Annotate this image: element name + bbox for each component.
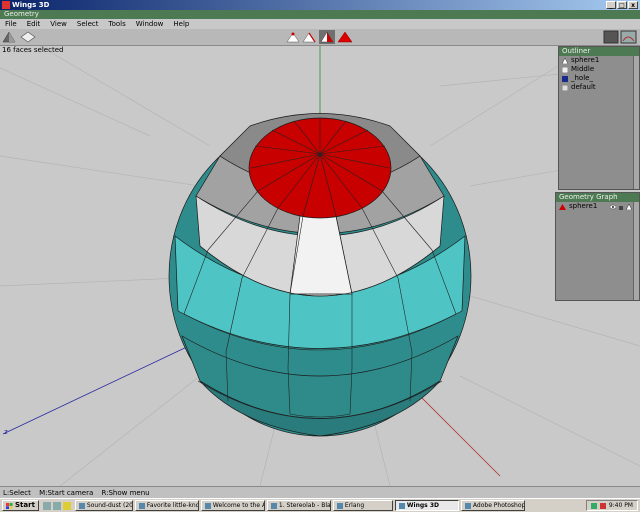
quick-launch-desktop-icon[interactable]	[42, 501, 51, 510]
outliner-scrollbar[interactable]	[633, 56, 639, 189]
outliner-title[interactable]: Outliner	[559, 47, 639, 56]
tray-icon[interactable]	[590, 502, 597, 509]
object-icon	[559, 203, 566, 210]
wire-view-icon[interactable]	[20, 31, 36, 43]
wire-toggle-icon[interactable]	[626, 203, 632, 210]
taskbar-item[interactable]: Adobe Photoshop	[460, 500, 525, 511]
taskbar-item[interactable]: 1. Stereolab - Black ...	[266, 500, 331, 511]
render-icon[interactable]	[603, 30, 619, 44]
image-icon	[562, 66, 568, 73]
selection-info: 16 faces selected	[2, 46, 64, 54]
vertex-mode-icon[interactable]	[286, 32, 300, 43]
taskbar-item[interactable]: Favorite little-know...	[134, 500, 199, 511]
outliner-panel: Outliner sphere1 Middle _hole_ default	[558, 46, 640, 190]
taskbar-item[interactable]: Sound-dust (2001)	[74, 500, 133, 511]
viewport-canvas[interactable]: z	[0, 46, 640, 486]
tray-icon[interactable]	[599, 502, 606, 509]
status-bar: L:Select M:Start camera R:Show menu	[0, 486, 640, 498]
title-bar: Wings 3D _ □ x	[0, 0, 640, 10]
menu-file[interactable]: File	[0, 19, 22, 29]
start-button[interactable]: Start	[2, 500, 39, 511]
cube-view-icon[interactable]	[2, 31, 16, 43]
wings-app-icon	[2, 1, 10, 9]
geometry-graph-title[interactable]: Geometry Graph	[556, 193, 639, 202]
sphere-mesh[interactable]	[168, 113, 472, 437]
status-hint-right: R:Show menu	[101, 489, 150, 497]
windows-taskbar: Start Sound-dust (2001) Favorite little-…	[0, 498, 640, 512]
geometry-graph-panel: Geometry Graph sphere1	[555, 192, 640, 301]
app-icon	[398, 502, 405, 509]
taskbar-item-label: Erlang	[344, 502, 365, 509]
geometry-graph-scrollbar[interactable]	[633, 202, 639, 300]
icon-toolbar	[0, 29, 640, 46]
menu-select[interactable]: Select	[72, 19, 104, 29]
outliner-item-sphere1[interactable]: sphere1	[559, 56, 639, 65]
maximize-button[interactable]: □	[617, 1, 627, 9]
outliner-item-label: Middle	[571, 65, 595, 73]
start-label: Start	[15, 501, 35, 509]
lock-icon[interactable]	[618, 204, 624, 210]
geometry-viewport[interactable]: z 16 faces selected Outliner sphere1 Mid…	[0, 46, 640, 486]
edge-mode-icon[interactable]	[302, 32, 316, 43]
windows-logo-icon	[6, 502, 13, 509]
outliner-item-hole[interactable]: _hole_	[559, 74, 639, 83]
taskbar-item-label: Wings 3D	[406, 502, 439, 509]
system-tray: 9:40 PM	[585, 500, 638, 511]
menu-view[interactable]: View	[45, 19, 72, 29]
app-icon	[204, 502, 211, 509]
material-icon	[562, 75, 568, 82]
geometry-graph-item-sphere1[interactable]: sphere1	[556, 202, 639, 211]
status-hint-middle: M:Start camera	[39, 489, 94, 497]
body-mode-icon[interactable]	[337, 31, 353, 43]
taskbar-item[interactable]: Erlang	[332, 500, 393, 511]
outliner-item-label: default	[571, 83, 596, 91]
menu-help[interactable]: Help	[168, 19, 194, 29]
camera-icon[interactable]	[620, 30, 637, 44]
menu-edit[interactable]: Edit	[22, 19, 46, 29]
taskbar-item-label: 1. Stereolab - Black ...	[278, 502, 331, 509]
taskbar-item-label: Welcome to the Art ...	[212, 502, 264, 509]
object-icon	[562, 57, 568, 64]
taskbar-item-label: Favorite little-know...	[146, 502, 199, 509]
outliner-item-middle[interactable]: Middle	[559, 65, 639, 74]
taskbar-item-active[interactable]: Wings 3D	[394, 500, 459, 511]
face-mode-icon[interactable]	[319, 30, 335, 44]
clock: 9:40 PM	[608, 502, 633, 509]
z-axis-line	[2, 335, 211, 435]
taskbar-item[interactable]: Welcome to the Art ...	[200, 500, 265, 511]
app-icon	[464, 502, 471, 509]
quick-launch-folder-icon[interactable]	[62, 501, 71, 510]
app-icon	[270, 502, 277, 509]
app-icon	[78, 502, 85, 509]
menu-tools[interactable]: Tools	[104, 19, 131, 29]
app-icon	[336, 502, 343, 509]
menu-bar: File Edit View Select Tools Window Help	[0, 19, 640, 29]
quick-launch-browser-icon[interactable]	[52, 501, 61, 510]
visibility-eye-icon[interactable]	[610, 204, 616, 210]
material-icon	[562, 84, 568, 91]
app-icon	[138, 502, 145, 509]
outliner-item-label: sphere1	[571, 56, 600, 64]
outliner-item-default[interactable]: default	[559, 83, 639, 92]
minimize-button[interactable]: _	[606, 1, 616, 9]
z-axis-label: z	[4, 428, 8, 436]
window-title: Wings 3D	[12, 1, 50, 9]
status-hint-left: L:Select	[3, 489, 31, 497]
geometry-graph-item-label: sphere1	[569, 202, 598, 210]
menu-window[interactable]: Window	[131, 19, 169, 29]
geometry-window-title: Geometry	[0, 10, 640, 19]
quick-launch	[42, 501, 71, 510]
taskbar-item-label: Adobe Photoshop	[472, 502, 525, 509]
taskbar-item-label: Sound-dust (2001)	[86, 502, 133, 509]
close-button[interactable]: x	[628, 1, 638, 9]
outliner-item-label: _hole_	[571, 74, 593, 82]
